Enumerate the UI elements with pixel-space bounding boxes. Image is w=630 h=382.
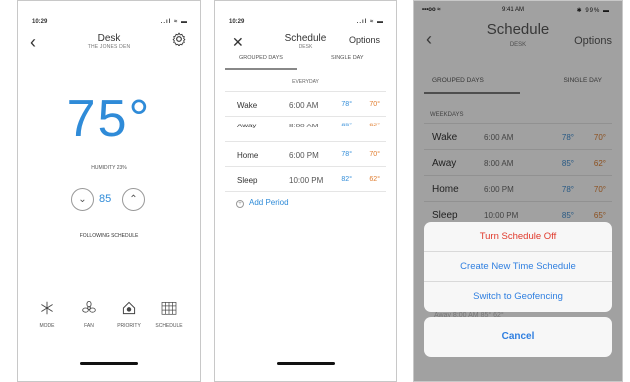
setpoint-control: ⌄ 85 ⌃ <box>18 187 200 213</box>
status-bar: 10:29 ..ıl ≈ ▬ <box>18 7 200 25</box>
decrease-button[interactable]: ⌄ <box>71 188 94 211</box>
thermostat-screen: 10:29 ..ıl ≈ ▬ ‹ Desk THE JONES DEN 75° … <box>17 0 201 382</box>
humidity-label: HUMIDITY 23% <box>91 165 127 171</box>
nav-label: PRIORITY <box>117 323 141 329</box>
fan-icon <box>82 301 96 313</box>
schedule-action-sheet-screen: •••oo ≈ 9:41 AM ✱ 99% ▬ ‹ Schedule DESK … <box>413 0 623 382</box>
status-icons: ..ıl ≈ ▬ <box>160 19 188 25</box>
nav-label: MODE <box>39 323 55 329</box>
increase-button[interactable]: ⌃ <box>122 188 145 211</box>
heat-setpoint: 62° <box>369 176 380 183</box>
nav-schedule[interactable]: SCHEDULE <box>150 301 188 329</box>
table-row[interactable]: Wake 6:00 AM 78° 70° <box>225 92 386 117</box>
period-time: 10:00 PM <box>289 176 324 185</box>
gear-icon[interactable] <box>172 32 186 46</box>
schedule-status: FOLLOWING SCHEDULE <box>79 233 139 239</box>
table-row[interactable]: Home 6:00 PM 78° 70° <box>225 142 386 167</box>
period-time: 6:00 PM <box>289 151 319 160</box>
current-temperature: 75° <box>66 90 152 148</box>
schedule-tabs: GROUPED DAYS SINGLE DAY <box>225 55 386 70</box>
snowflake-icon <box>41 301 53 315</box>
action-sheet: Turn Schedule Off Create New Time Schedu… <box>424 222 612 312</box>
table-row[interactable]: Away 8:00 AM 85° 62° <box>225 117 386 142</box>
nav-mode[interactable]: MODE <box>28 301 66 329</box>
active-tab-indicator <box>225 68 297 70</box>
nav-priority[interactable]: PRIORITY <box>110 301 148 329</box>
switch-geofencing-button[interactable]: Switch to Geofencing <box>424 282 612 312</box>
home-indicator <box>80 362 138 365</box>
table-row[interactable]: Sleep 10:00 PM 82° 62° <box>225 167 386 192</box>
bottom-nav: MODE FAN PRIORITY SCHEDULE <box>18 301 200 341</box>
day-group-label: EVERYDAY <box>292 79 319 85</box>
setpoint-value: 85 <box>99 193 112 205</box>
heat-setpoint: 70° <box>369 151 380 158</box>
schedule-screen: 10:29 ..ıl ≈ ▬ ✕ Schedule DESK Options G… <box>214 0 397 382</box>
period-time: 6:00 AM <box>289 101 319 110</box>
status-time: 10:29 <box>229 19 245 25</box>
tab-grouped-days[interactable]: GROUPED DAYS <box>239 55 283 61</box>
cool-setpoint: 78° <box>341 101 352 108</box>
cancel-button[interactable]: Cancel <box>424 317 612 357</box>
nav-label: SCHEDULE <box>155 323 183 329</box>
home-priority-icon <box>122 301 136 315</box>
period-name: Away <box>237 123 257 128</box>
turn-schedule-off-button[interactable]: Turn Schedule Off <box>424 222 612 252</box>
cool-setpoint: 78° <box>341 151 352 158</box>
add-period-button[interactable]: + Add Period <box>236 198 289 208</box>
status-bar: 10:29 ..ıl ≈ ▬ <box>215 7 396 25</box>
cool-setpoint: 85° <box>341 123 352 127</box>
calendar-icon <box>161 302 177 315</box>
add-period-label: Add Period <box>249 198 289 207</box>
cool-setpoint: 82° <box>341 176 352 183</box>
schedule-table: Wake 6:00 AM 78° 70° Away 8:00 AM 85° 62… <box>225 91 386 192</box>
nav-fan[interactable]: FAN <box>70 301 108 329</box>
status-icons: ..ıl ≈ ▬ <box>356 19 384 25</box>
heat-setpoint: 70° <box>369 101 380 108</box>
period-name: Sleep <box>237 176 258 185</box>
tab-single-day[interactable]: SINGLE DAY <box>331 55 364 61</box>
period-name: Wake <box>237 101 258 110</box>
options-button[interactable]: Options <box>349 35 380 45</box>
home-indicator <box>276 362 335 365</box>
heat-setpoint: 62° <box>369 123 380 127</box>
status-time: 10:29 <box>32 19 48 25</box>
plus-icon: + <box>236 200 244 208</box>
period-time: 8:00 AM <box>289 123 319 128</box>
nav-label: FAN <box>84 323 94 329</box>
create-time-schedule-button[interactable]: Create New Time Schedule <box>424 252 612 282</box>
period-name: Home <box>237 151 259 160</box>
